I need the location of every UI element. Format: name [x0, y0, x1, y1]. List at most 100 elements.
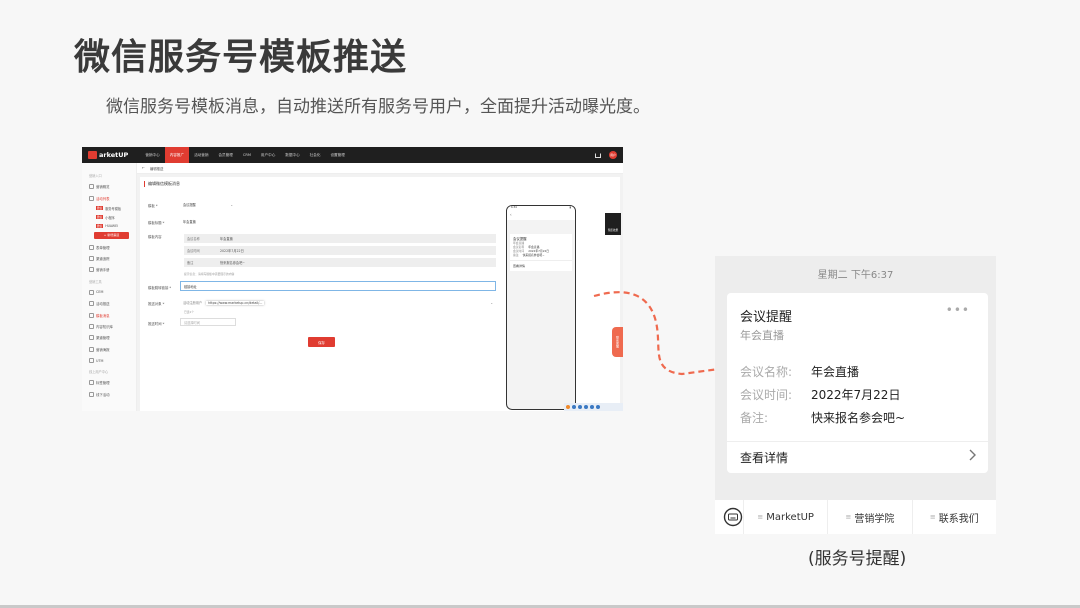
sidebar: 营销入口 营销概览 活动列表 微信 服务号模板 微信 小程序 微信 HUAWEI + …	[82, 163, 137, 411]
card-row: 备注: 快来报名参会吧~	[740, 409, 905, 426]
slide-title: 微信服务号模板推送	[74, 37, 408, 78]
back-icon[interactable]: ‹	[510, 212, 512, 217]
sender-select[interactable]: 活动注册用户 https://www.marketup.cn/detail/...…	[180, 298, 496, 307]
content-row[interactable]: 会议名称 年会直播	[184, 234, 496, 243]
more-icon[interactable]: •••	[946, 303, 970, 317]
app-icon[interactable]	[566, 405, 570, 409]
app-icon[interactable]	[596, 405, 600, 409]
app-screenshot: arketUP 营销中心 内容推广 活动营销 会员管理 CRM 用户中心 数据中…	[82, 147, 623, 411]
row-key: 会议时间	[187, 249, 200, 253]
nav-item-member[interactable]: 会员管理	[213, 147, 237, 163]
card-row-value: 2022年7月22日	[811, 388, 901, 402]
sidebar-item[interactable]: 表单管理	[82, 242, 136, 253]
sidebar-item[interactable]: UTM	[82, 355, 136, 366]
battery-icon: ▮	[569, 206, 571, 209]
sidebar-item[interactable]: 渠道追踪	[82, 253, 136, 264]
card-title: 会议提醒	[740, 310, 793, 325]
app-icon[interactable]	[578, 405, 582, 409]
sender-label: 推送对象 *	[148, 302, 165, 306]
sidebar-item[interactable]: 营销手册	[82, 264, 136, 275]
preview-button[interactable]: 预览效果	[605, 213, 621, 235]
nav-item-crm[interactable]: CRM	[238, 147, 256, 163]
card-row: 会议名称: 年会直播	[740, 363, 859, 380]
sidebar-item[interactable]: 线下活动	[82, 389, 136, 400]
app-top-bar: arketUP 营销中心 内容推广 活动营销 会员管理 CRM 用户中心 数据中…	[82, 147, 623, 163]
view-details-link[interactable]: 查看详情	[740, 449, 788, 466]
row-value: 2022年7月22日	[220, 249, 244, 253]
sender-tag: 活动注册用户	[183, 301, 203, 305]
sidebar-item-template-message[interactable]: 模板消息	[82, 309, 136, 320]
top-nav: 营销中心 内容推广 活动营销 会员管理 CRM 用户中心 数据中心 社会化 设置…	[140, 147, 350, 163]
chevron-down-icon: ⌄	[230, 202, 233, 207]
template-label: 模板 *	[148, 204, 158, 208]
menu-item-academy[interactable]: 营销学院	[827, 500, 911, 534]
card-row: 会议时间: 2022年7月22日	[740, 386, 900, 403]
phone-card-row: 备注 快来报名参会吧~	[513, 253, 569, 257]
sidebar-group-label: 营销入口	[89, 174, 102, 178]
template-select[interactable]: 会议提醒 ⌄	[180, 201, 236, 208]
sidebar-item[interactable]: CEM	[82, 287, 136, 298]
keyboard-icon[interactable]	[723, 507, 743, 527]
nav-item-user[interactable]: 用户中心	[256, 147, 280, 163]
app-icon[interactable]	[590, 405, 594, 409]
logo-icon	[88, 151, 97, 159]
nav-item-data[interactable]: 数据中心	[280, 147, 304, 163]
template-message-card[interactable]: 会议提醒 ••• 年会直播 会议名称: 年会直播 会议时间: 2022年7月22日 …	[727, 293, 988, 473]
sidebar-sub-item[interactable]: 微信 HUAWEI	[82, 222, 136, 230]
channel-tag: 微信	[96, 206, 104, 211]
menu-item-contact[interactable]: 联系我们	[911, 500, 996, 534]
sender-url: https://www.marketup.cn/detail/...	[206, 300, 265, 305]
taskbar	[564, 403, 623, 411]
caption: (服务号提醒)	[808, 549, 907, 569]
time-input[interactable]: 请选择时间	[180, 318, 236, 326]
chevron-right-icon	[969, 449, 976, 461]
link-label: 模板跳转链接 *	[148, 286, 172, 290]
sidebar-item[interactable]: 内容知识库	[82, 321, 136, 332]
save-button[interactable]: 保存	[308, 337, 335, 347]
app-icon[interactable]	[572, 405, 576, 409]
title-input[interactable]: 年会直播	[180, 217, 490, 226]
sidebar-sub-item[interactable]: 微信 小程序	[82, 213, 136, 222]
nav-item-marketing[interactable]: 营销中心	[140, 147, 164, 163]
sidebar-item-activities[interactable]: 活动列表	[82, 192, 136, 203]
nav-item-settings[interactable]: 设置管理	[325, 147, 349, 163]
card-subtitle: 年会直播	[740, 329, 784, 342]
phone-preview: 6:34 ▮ ‹ 会议提醒 年会直播 会议名称 年会直播 会议时间 2022年7月22…	[506, 205, 576, 410]
phone-detail-link[interactable]: 查看详情	[510, 260, 572, 271]
card-row-key: 会议名称:	[740, 365, 793, 379]
add-channel-button[interactable]: + 新增渠道	[94, 232, 129, 239]
sub-label: HUAWEI	[105, 223, 119, 228]
avatar[interactable]: 用户	[609, 151, 617, 159]
service-menu-bar: MarketUP 营销学院 联系我们	[715, 500, 996, 534]
sidebar-sub-item[interactable]: 微信 服务号模板	[82, 204, 136, 213]
app-logo[interactable]: arketUP	[88, 151, 128, 159]
card-row-value: 快来报名参会吧~	[811, 411, 906, 425]
nav-item-content[interactable]: 内容推广	[164, 147, 190, 163]
title-label: 模板标题 *	[148, 221, 165, 225]
time-label: 推送时间 *	[148, 322, 165, 326]
content-row[interactable]: 备注 快来报名参会吧~	[184, 258, 496, 267]
row-value: 快来报名参会吧~	[220, 261, 245, 265]
card-divider	[727, 441, 988, 442]
row-value: 年会直播	[220, 237, 233, 241]
link-input[interactable]: 链接地址	[180, 281, 496, 291]
nav-item-social[interactable]: 社会化	[305, 147, 326, 163]
main-content: ← 编辑推送 编辑微信模板消息 模板 * 会议提醒 ⌄ 模板标题 * 年会直播 模…	[137, 163, 623, 411]
sidebar-item[interactable]: 渠道管理	[82, 332, 136, 343]
phone-row-key: 备注	[513, 253, 519, 257]
sidebar-item[interactable]: 活动推送	[82, 298, 136, 309]
sidebar-item-overview[interactable]: 营销概览	[82, 181, 136, 192]
app-icon[interactable]	[584, 405, 588, 409]
sidebar-group-label: 营销工具	[89, 279, 102, 284]
sidebar-item[interactable]: 营销海报	[82, 344, 136, 355]
back-icon[interactable]: ←	[142, 166, 145, 170]
template-value: 会议提醒	[183, 203, 196, 207]
row-key: 备注	[187, 261, 194, 265]
row-key: 会议名称	[187, 237, 200, 241]
content-row[interactable]: 会议时间 2022年7月22日	[184, 246, 496, 255]
menu-item-marketup[interactable]: MarketUP	[743, 500, 827, 534]
nav-item-activity[interactable]: 活动营销	[189, 147, 213, 163]
card-row-key: 备注:	[740, 411, 769, 425]
sidebar-item[interactable]: 标签管理	[82, 377, 136, 388]
home-icon[interactable]	[595, 152, 601, 158]
